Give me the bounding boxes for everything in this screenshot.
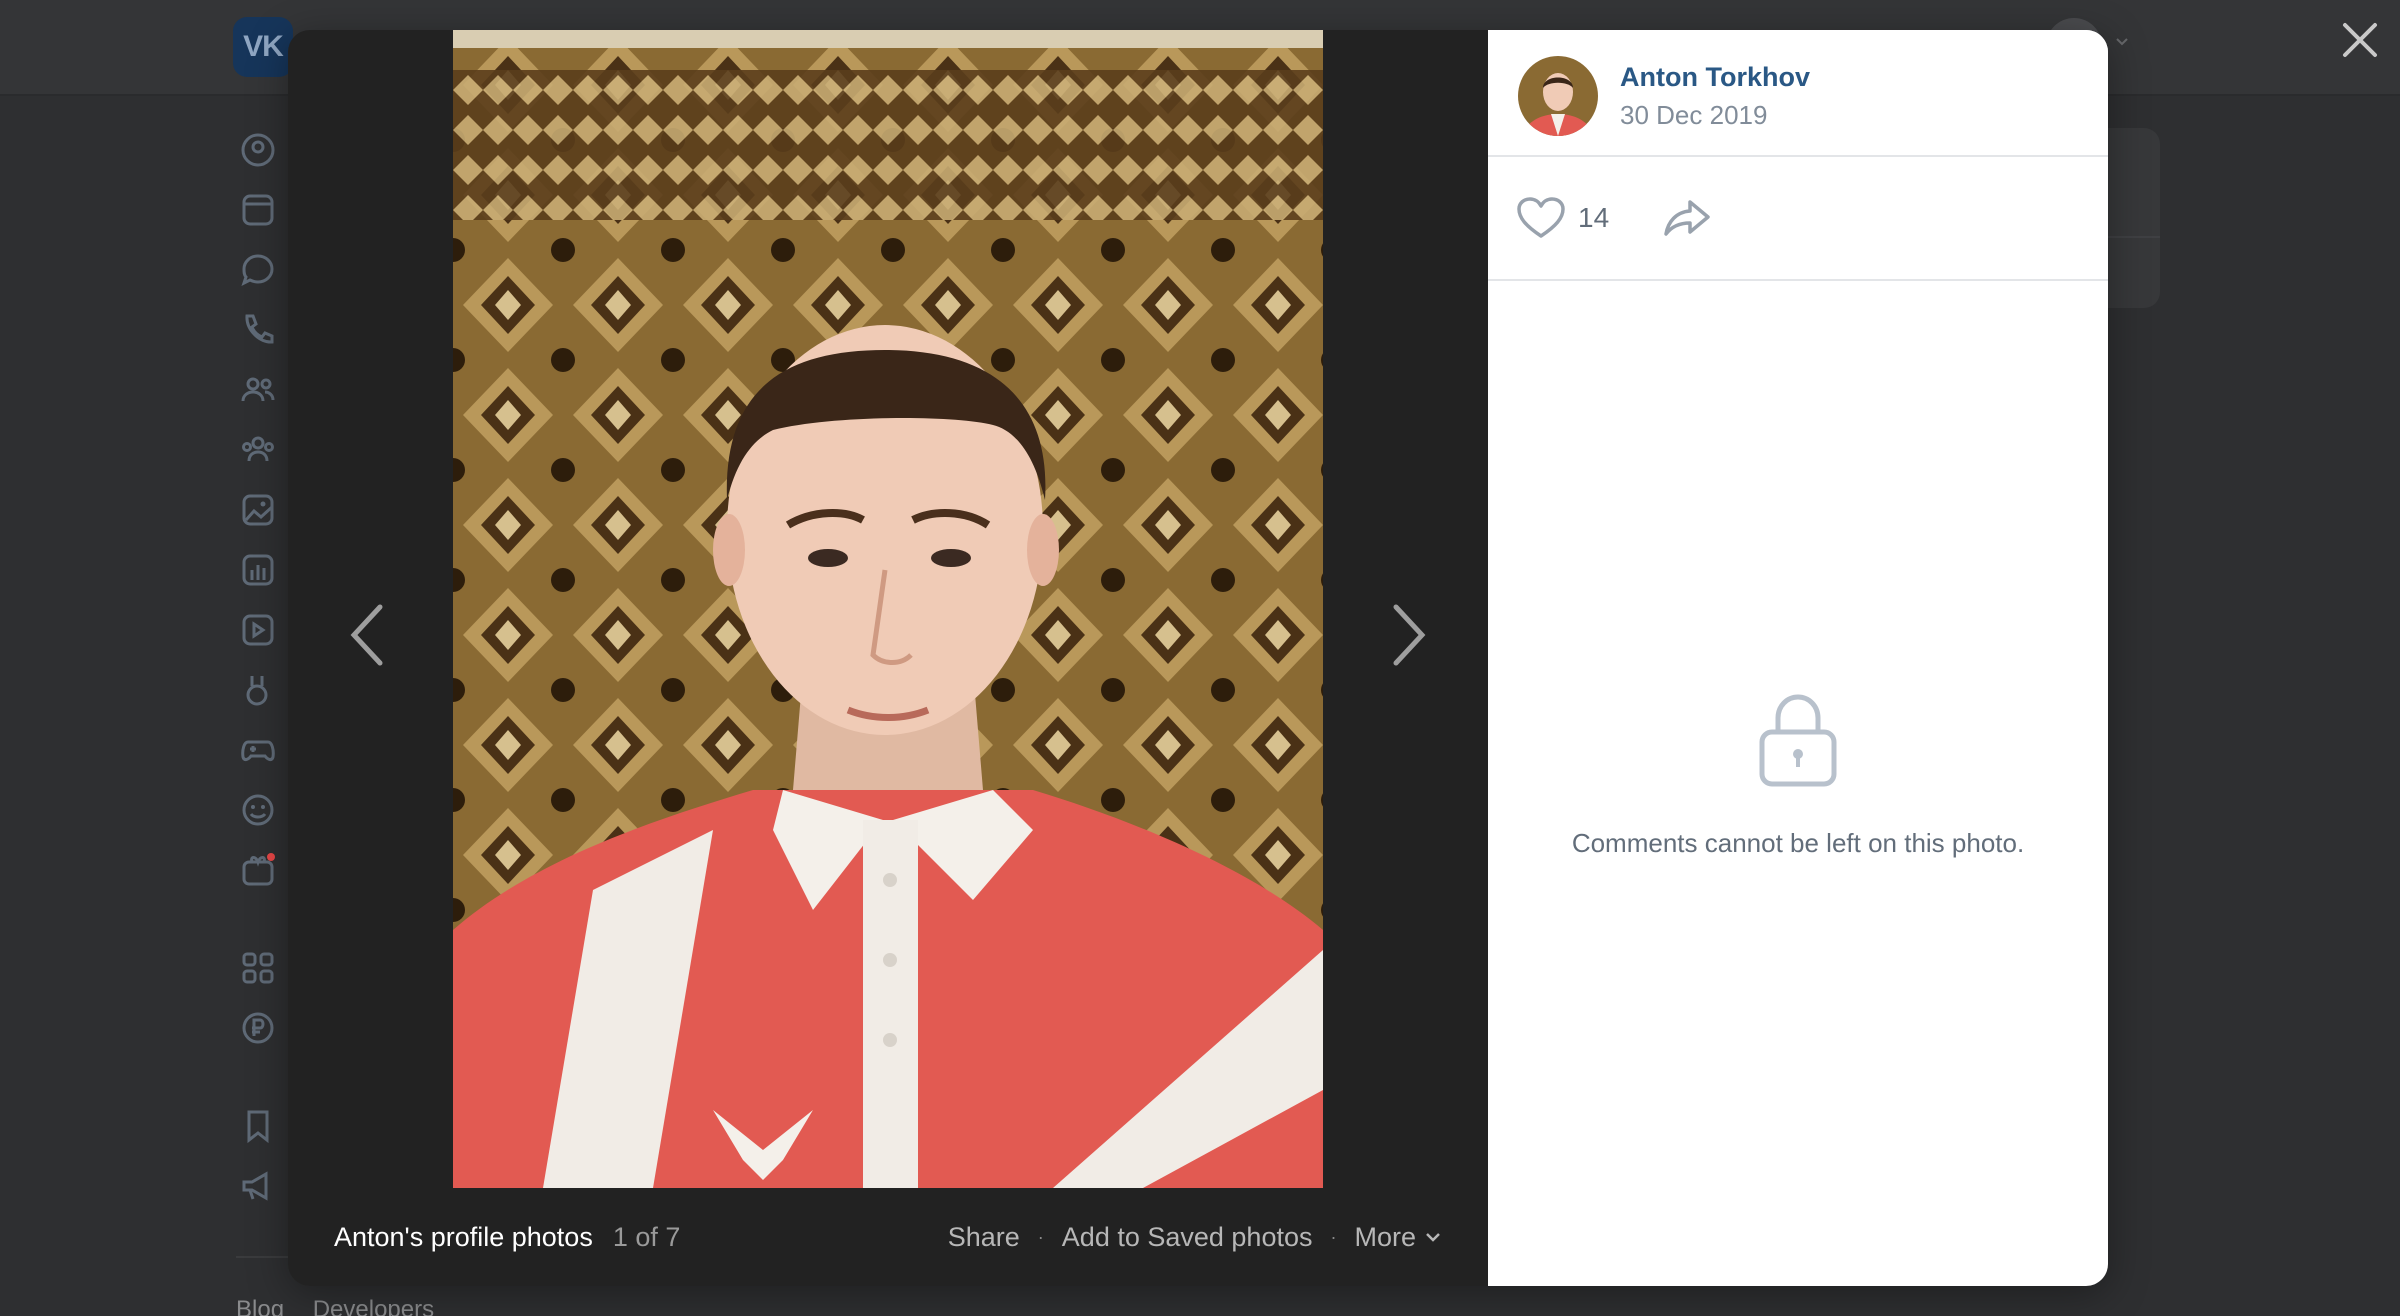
previous-photo-button[interactable] (338, 570, 398, 700)
author-avatar[interactable] (1518, 56, 1598, 136)
more-label: More (1354, 1221, 1416, 1252)
ads-icon[interactable] (238, 1166, 278, 1206)
games-icon[interactable] (238, 730, 278, 770)
photo-date: 30 Dec 2019 (1620, 100, 1768, 130)
footer-link-blog[interactable]: Blog (236, 1296, 284, 1316)
music-icon[interactable] (238, 550, 278, 590)
close-viewer-button[interactable] (2334, 14, 2386, 66)
photo-counter: 1 of 7 (612, 1221, 681, 1252)
footer-links: Blog Developers (236, 1296, 456, 1316)
separator-dot: · (1037, 1226, 1044, 1247)
viewer-bottom-bar: Anton's profile photos 1 of 7 Share · Ad… (288, 1188, 1488, 1286)
clips-icon[interactable] (238, 670, 278, 710)
chevron-down-icon (1426, 1233, 1440, 1242)
footer-link-developers[interactable]: Developers (313, 1296, 434, 1316)
heart-icon (1517, 197, 1565, 238)
pay-icon[interactable] (238, 1008, 278, 1048)
friends-icon[interactable] (238, 370, 278, 410)
photo-reactions-bar: 14 (1488, 157, 2108, 281)
lock-icon (1759, 694, 1837, 787)
calls-icon[interactable] (238, 310, 278, 350)
album-title-link[interactable]: Anton's profile photos (334, 1222, 593, 1253)
share-button[interactable] (1660, 193, 1714, 243)
photo-viewer-modal: Anton's profile photos 1 of 7 Share · Ad… (288, 30, 2108, 1286)
photos-icon[interactable] (238, 490, 278, 530)
author-header: Anton Torkhov 30 Dec 2019 (1488, 30, 2108, 157)
more-menu-button[interactable]: More (1354, 1222, 1442, 1253)
profile-photo[interactable] (453, 30, 1323, 1188)
photo-viewer: Anton's profile photos 1 of 7 Share · Ad… (288, 30, 1488, 1286)
chevron-right-icon (1393, 604, 1426, 666)
author-name-link[interactable]: Anton Torkhov (1620, 62, 1810, 93)
like-button[interactable]: 14 (1516, 193, 1609, 243)
share-arrow-icon (1664, 200, 1710, 236)
chevron-left-icon (350, 604, 383, 666)
next-photo-button[interactable] (1378, 570, 1438, 700)
share-link[interactable]: Share (948, 1222, 1020, 1253)
stickers-icon[interactable] (238, 790, 278, 830)
separator-dot: · (1330, 1226, 1337, 1247)
profile-icon[interactable] (238, 130, 278, 170)
news-icon[interactable] (238, 190, 278, 230)
viewer-actions: Share · Add to Saved photos · More (948, 1222, 1442, 1253)
comments-locked-text: Comments cannot be left on this photo. (1571, 828, 2025, 858)
messages-icon[interactable] (238, 250, 278, 290)
photo-info-panel: Anton Torkhov 30 Dec 2019 14 Comments ca… (1488, 30, 2108, 1286)
communities-icon[interactable] (238, 430, 278, 470)
bookmarks-icon[interactable] (238, 1106, 278, 1146)
video-icon[interactable] (238, 610, 278, 650)
add-to-saved-link[interactable]: Add to Saved photos (1062, 1222, 1313, 1253)
vk-logo[interactable]: VK (233, 17, 293, 77)
apps-icon[interactable] (238, 948, 278, 988)
like-count: 14 (1578, 202, 1610, 233)
chevron-down-icon[interactable] (2114, 34, 2130, 50)
close-icon (2343, 23, 2377, 57)
comments-locked-notice: Comments cannot be left on this photo. (1488, 690, 2108, 859)
gifts-icon[interactable] (238, 850, 278, 890)
